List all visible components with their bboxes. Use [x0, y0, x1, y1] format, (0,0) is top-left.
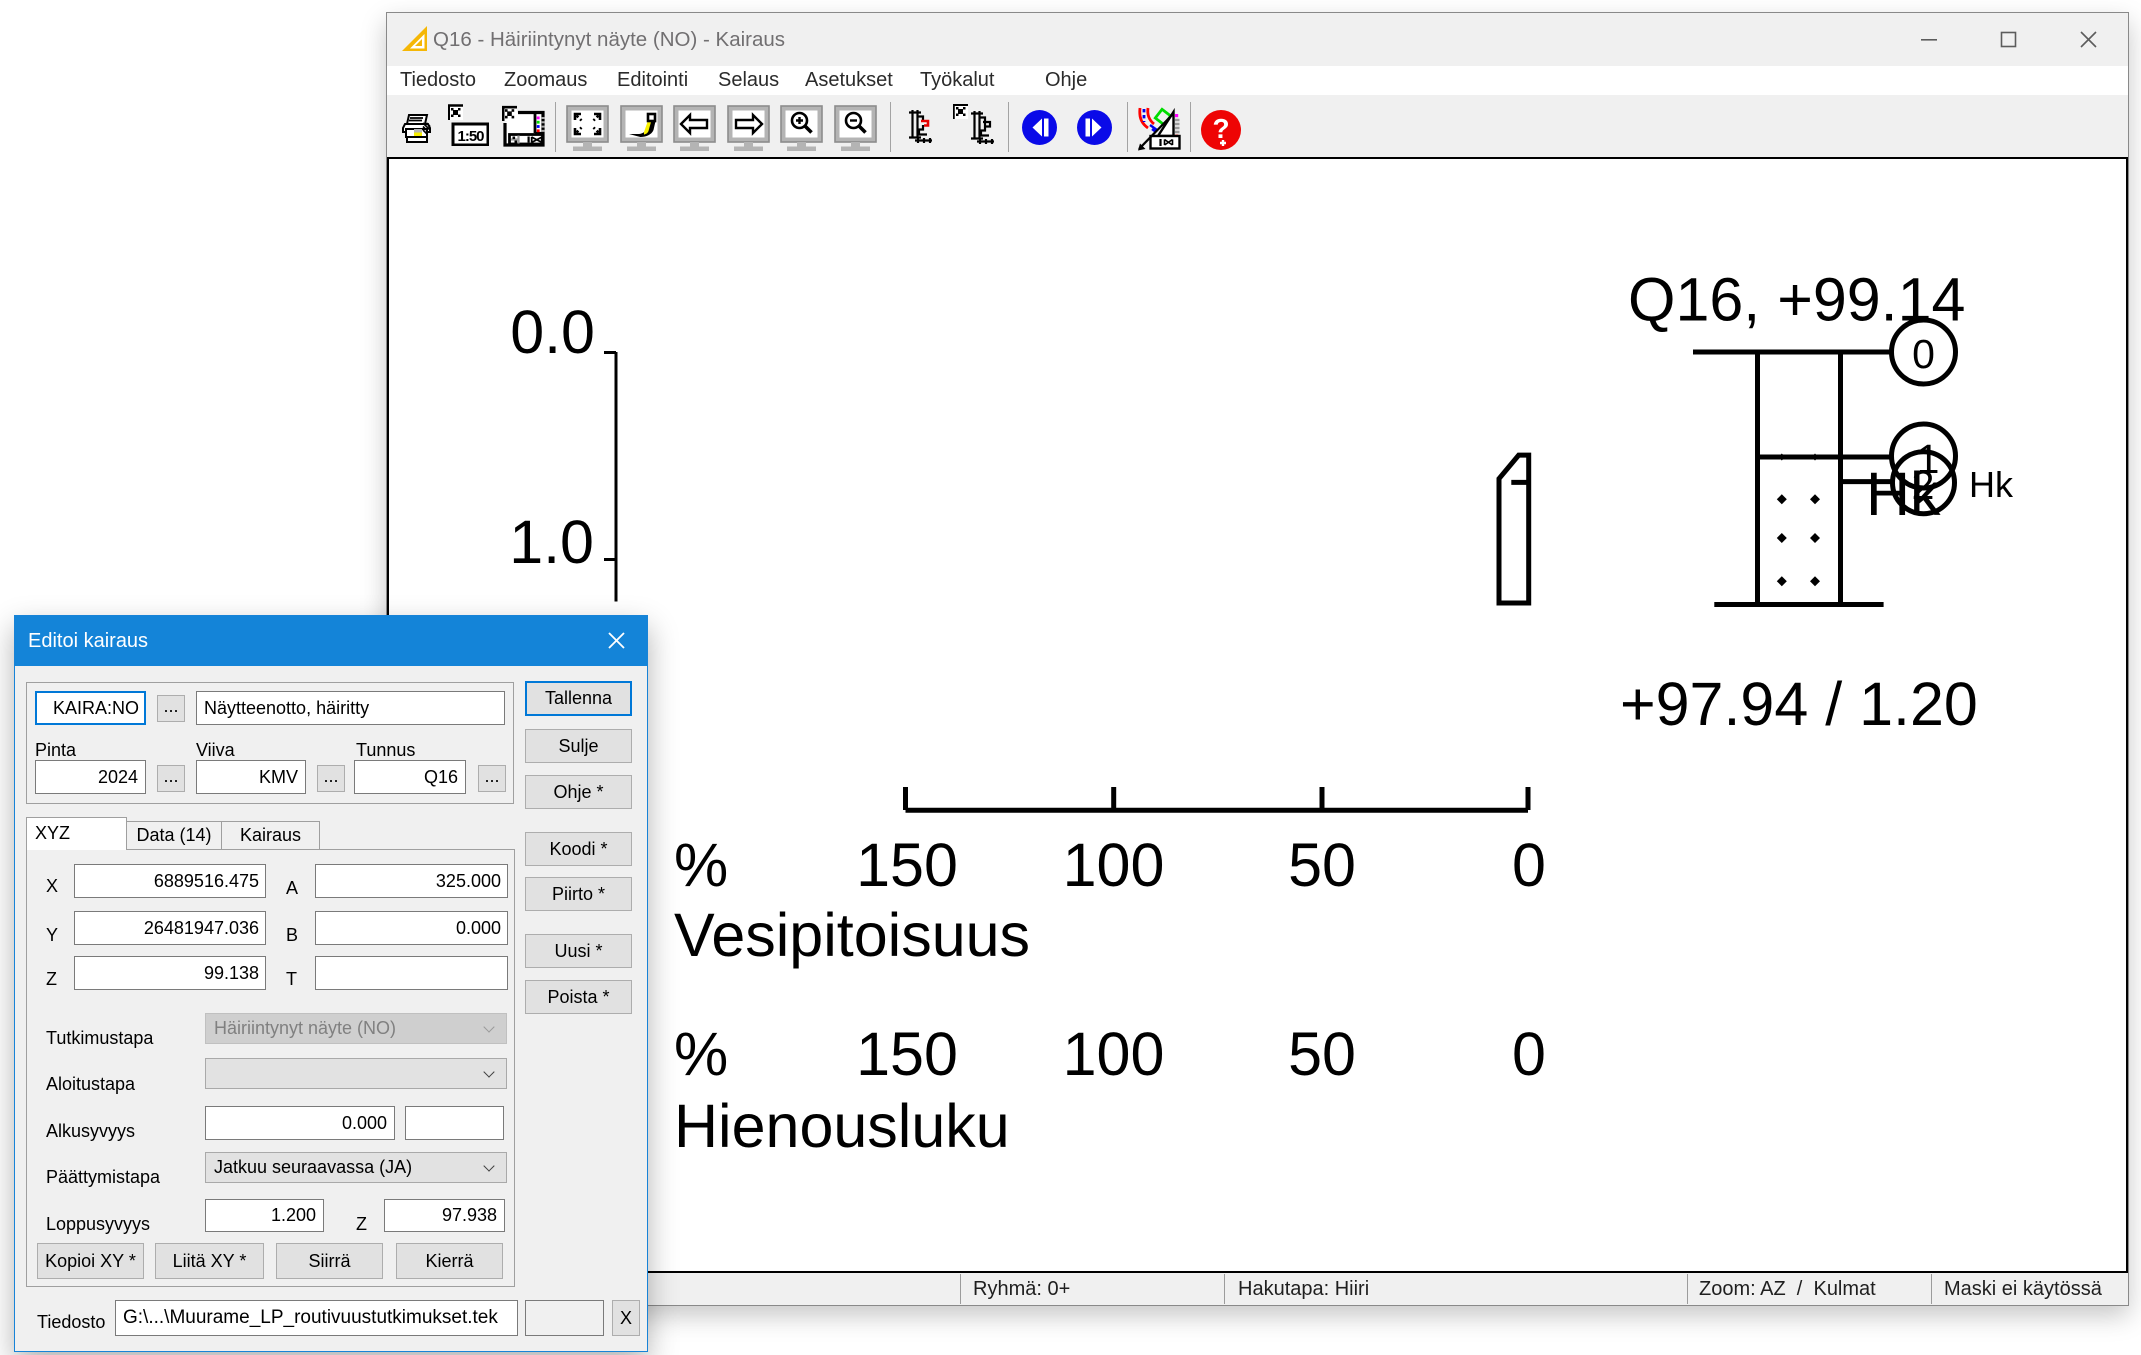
svg-text:Hk: Hk — [1866, 460, 1941, 528]
svg-text:100: 100 — [1063, 831, 1165, 899]
svg-text:%: % — [674, 1020, 728, 1088]
svg-text:?: ? — [1212, 113, 1229, 144]
svg-text:Hk: Hk — [1969, 464, 2014, 505]
svg-text:100: 100 — [1063, 1020, 1165, 1088]
svg-text:1.0: 1.0 — [509, 508, 594, 576]
svg-text:Hienousluku: Hienousluku — [674, 1092, 1010, 1160]
svg-text:0.0: 0.0 — [510, 298, 595, 366]
svg-text:1:50: 1:50 — [457, 128, 484, 145]
svg-text:50: 50 — [1288, 831, 1356, 899]
svg-text:50: 50 — [1288, 1020, 1356, 1088]
svg-text:+97.94 / 1.20: +97.94 / 1.20 — [1620, 670, 1978, 738]
svg-text:0: 0 — [1512, 1020, 1546, 1088]
svg-text:%: % — [674, 831, 728, 899]
svg-text:Q16, +99.14: Q16, +99.14 — [1628, 266, 1965, 334]
svg-text:150: 150 — [856, 1020, 958, 1088]
svg-text:0: 0 — [1912, 331, 1935, 377]
svg-text:Vesipitoisuus: Vesipitoisuus — [674, 901, 1030, 969]
svg-text:150: 150 — [856, 831, 958, 899]
svg-text:0: 0 — [1512, 831, 1546, 899]
